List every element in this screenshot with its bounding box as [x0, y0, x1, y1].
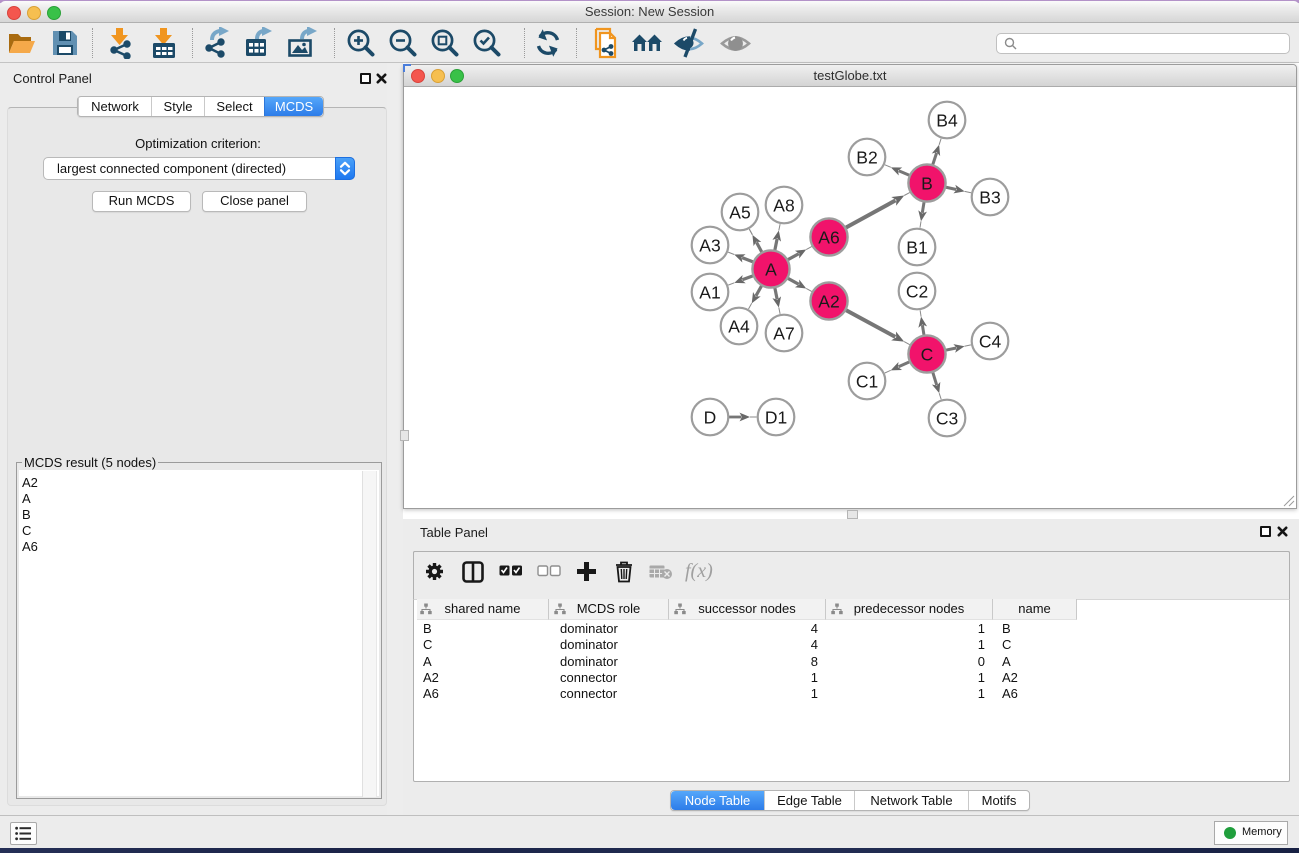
- svg-text:A2: A2: [818, 291, 839, 311]
- svg-text:C4: C4: [979, 331, 1002, 351]
- svg-text:D: D: [704, 407, 717, 427]
- svg-text:A1: A1: [699, 282, 720, 302]
- svg-text:A5: A5: [729, 202, 750, 222]
- svg-text:B2: B2: [856, 147, 877, 167]
- svg-text:C1: C1: [856, 371, 878, 391]
- svg-text:B: B: [921, 173, 933, 193]
- svg-text:B3: B3: [979, 187, 1000, 207]
- svg-text:C2: C2: [906, 281, 928, 301]
- svg-text:A: A: [765, 259, 777, 279]
- svg-text:C3: C3: [936, 408, 958, 428]
- svg-text:A7: A7: [773, 323, 794, 343]
- svg-text:A3: A3: [699, 235, 720, 255]
- svg-text:B4: B4: [936, 110, 958, 130]
- svg-text:A8: A8: [773, 195, 794, 215]
- svg-text:B1: B1: [906, 237, 927, 257]
- svg-text:D1: D1: [765, 407, 787, 427]
- svg-text:C: C: [921, 344, 934, 364]
- svg-text:A4: A4: [728, 316, 750, 336]
- svg-text:A6: A6: [818, 227, 839, 247]
